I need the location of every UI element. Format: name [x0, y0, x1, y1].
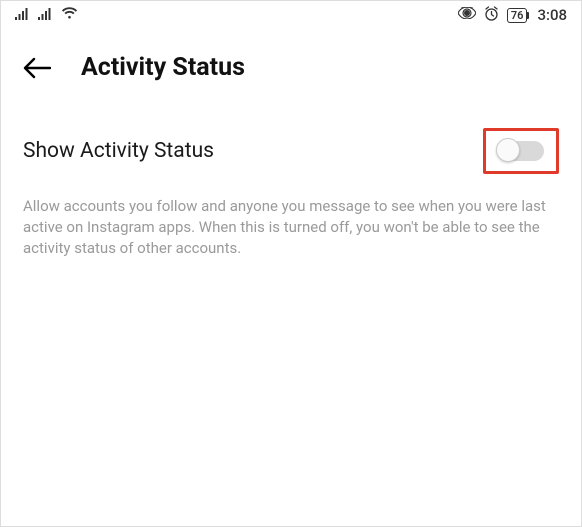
signal-icon-2 — [38, 8, 54, 24]
battery-level: 76 — [511, 9, 524, 22]
content: Show Activity Status Allow accounts you … — [1, 92, 581, 259]
status-left — [15, 7, 78, 24]
page-title: Activity Status — [81, 53, 245, 82]
activity-status-toggle[interactable] — [498, 141, 544, 161]
signal-icon-1 — [15, 8, 31, 24]
header: Activity Status — [1, 25, 581, 92]
activity-status-label: Show Activity Status — [23, 139, 214, 163]
clock-time: 3:08 — [537, 6, 567, 24]
activity-status-description: Allow accounts you follow and anyone you… — [23, 196, 559, 259]
status-bar: 76 3:08 — [1, 1, 581, 25]
alarm-icon — [484, 6, 499, 25]
status-right: 76 3:08 — [458, 6, 567, 25]
eye-icon — [458, 7, 476, 23]
wifi-icon — [61, 7, 78, 24]
back-button[interactable] — [23, 57, 51, 79]
battery-icon: 76 — [507, 8, 528, 23]
highlight-box — [483, 128, 559, 174]
activity-status-row: Show Activity Status — [23, 128, 559, 174]
toggle-knob — [496, 138, 520, 162]
